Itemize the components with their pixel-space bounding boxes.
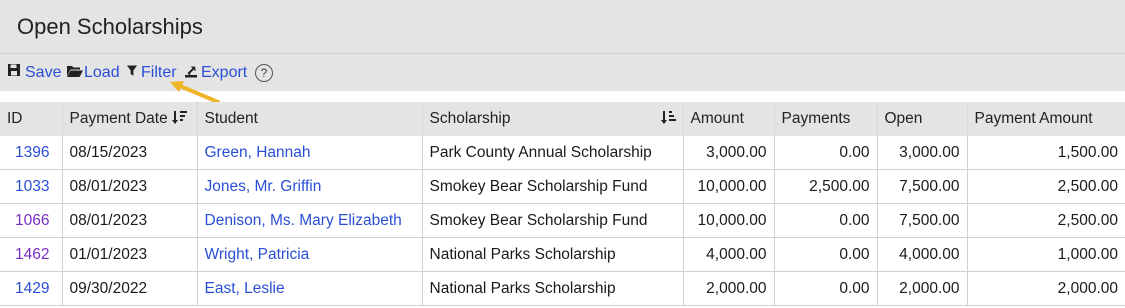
payments-cell: 0.00 bbox=[773, 136, 877, 170]
payment-date-cell: 08/15/2023 bbox=[61, 136, 197, 170]
table-row: 1429 09/30/2022 East, Leslie National Pa… bbox=[0, 271, 1125, 306]
payment-date-cell: 01/01/2023 bbox=[61, 237, 197, 272]
open-cell: 7,500.00 bbox=[876, 169, 967, 204]
column-header-scholarship-label: Scholarship bbox=[429, 110, 511, 127]
id-link[interactable]: 1462 bbox=[15, 246, 49, 263]
open-cell: 7,500.00 bbox=[876, 203, 967, 238]
payment-date-cell: 08/01/2023 bbox=[61, 203, 197, 238]
table-row: 1462 01/01/2023 Wright, Patricia Nationa… bbox=[0, 237, 1125, 272]
load-button[interactable]: Load bbox=[67, 63, 120, 83]
column-header-payment-date[interactable]: Payment Date bbox=[61, 102, 197, 136]
student-cell[interactable]: East, Leslie bbox=[196, 271, 422, 306]
column-header-payment-date-label: Payment Date bbox=[69, 110, 168, 127]
column-header-open[interactable]: Open bbox=[876, 102, 967, 136]
id-link[interactable]: 1429 bbox=[15, 280, 49, 297]
amount-cell: 3,000.00 bbox=[682, 136, 774, 170]
amount-cell: 4,000.00 bbox=[682, 237, 774, 272]
payments-cell: 0.00 bbox=[773, 203, 877, 238]
payments-cell: 0.00 bbox=[773, 237, 877, 272]
filter-icon bbox=[127, 65, 138, 76]
student-link[interactable]: East, Leslie bbox=[205, 280, 285, 297]
id-link[interactable]: 1066 bbox=[15, 212, 49, 229]
id-cell[interactable]: 1066 bbox=[0, 203, 62, 238]
payment-date-cell: 08/01/2023 bbox=[61, 169, 197, 204]
column-header-payments[interactable]: Payments bbox=[773, 102, 877, 136]
folder-open-icon bbox=[67, 66, 83, 77]
page-title: Open Scholarships bbox=[17, 14, 203, 39]
scholarship-cell: National Parks Scholarship bbox=[421, 237, 683, 272]
title-bar: Open Scholarships bbox=[0, 0, 1125, 54]
student-link[interactable]: Wright, Patricia bbox=[205, 246, 310, 263]
payment-amount-cell: 2,000.00 bbox=[966, 271, 1125, 306]
column-header-id[interactable]: ID bbox=[0, 102, 62, 136]
open-cell: 2,000.00 bbox=[876, 271, 967, 306]
table-row: 1396 08/15/2023 Green, Hannah Park Count… bbox=[0, 136, 1125, 170]
table-row: 1066 08/01/2023 Denison, Ms. Mary Elizab… bbox=[0, 203, 1125, 238]
amount-cell: 10,000.00 bbox=[682, 203, 774, 238]
save-icon bbox=[8, 64, 20, 76]
sort-descending-icon bbox=[171, 111, 187, 124]
scholarship-cell: Park County Annual Scholarship bbox=[421, 136, 683, 170]
save-button[interactable]: Save bbox=[8, 63, 61, 83]
student-cell[interactable]: Denison, Ms. Mary Elizabeth bbox=[196, 203, 422, 238]
id-cell[interactable]: 1396 bbox=[0, 136, 62, 170]
scholarship-cell: Smokey Bear Scholarship Fund bbox=[421, 203, 683, 238]
id-cell[interactable]: 1429 bbox=[0, 271, 62, 306]
load-label: Load bbox=[84, 64, 120, 81]
scholarship-cell: Smokey Bear Scholarship Fund bbox=[421, 169, 683, 204]
help-icon[interactable]: ? bbox=[255, 64, 273, 82]
column-header-student[interactable]: Student bbox=[196, 102, 422, 136]
table-row: 1033 08/01/2023 Jones, Mr. Griffin Smoke… bbox=[0, 169, 1125, 204]
payment-amount-cell: 2,500.00 bbox=[966, 203, 1125, 238]
amount-cell: 10,000.00 bbox=[682, 169, 774, 204]
payments-cell: 0.00 bbox=[773, 271, 877, 306]
column-header-amount[interactable]: Amount bbox=[682, 102, 774, 136]
column-header-scholarship[interactable]: Scholarship bbox=[421, 102, 683, 136]
payments-cell: 2,500.00 bbox=[773, 169, 877, 204]
id-cell[interactable]: 1033 bbox=[0, 169, 62, 204]
student-cell[interactable]: Wright, Patricia bbox=[196, 237, 422, 272]
save-label: Save bbox=[25, 64, 62, 81]
payment-amount-cell: 1,000.00 bbox=[966, 237, 1125, 272]
student-link[interactable]: Jones, Mr. Griffin bbox=[205, 178, 322, 195]
open-cell: 4,000.00 bbox=[876, 237, 967, 272]
payment-date-cell: 09/30/2022 bbox=[61, 271, 197, 306]
scholarship-cell: National Parks Scholarship bbox=[421, 271, 683, 306]
column-header-payment-amount[interactable]: Payment Amount bbox=[966, 102, 1125, 136]
scholarships-table: ID Payment Date Student Scholarship Amou… bbox=[0, 102, 1125, 306]
amount-cell: 2,000.00 bbox=[682, 271, 774, 306]
id-cell[interactable]: 1462 bbox=[0, 237, 62, 272]
student-link[interactable]: Denison, Ms. Mary Elizabeth bbox=[205, 212, 402, 229]
export-icon bbox=[185, 66, 197, 78]
student-link[interactable]: Green, Hannah bbox=[205, 144, 311, 161]
id-link[interactable]: 1033 bbox=[15, 178, 49, 195]
open-cell: 3,000.00 bbox=[876, 136, 967, 170]
payment-amount-cell: 1,500.00 bbox=[966, 136, 1125, 170]
sort-ascending-icon bbox=[660, 111, 676, 124]
student-cell[interactable]: Jones, Mr. Griffin bbox=[196, 169, 422, 204]
payment-amount-cell: 2,500.00 bbox=[966, 169, 1125, 204]
student-cell[interactable]: Green, Hannah bbox=[196, 136, 422, 170]
id-link[interactable]: 1396 bbox=[15, 144, 49, 161]
table-header-row: ID Payment Date Student Scholarship Amou… bbox=[0, 102, 1125, 136]
